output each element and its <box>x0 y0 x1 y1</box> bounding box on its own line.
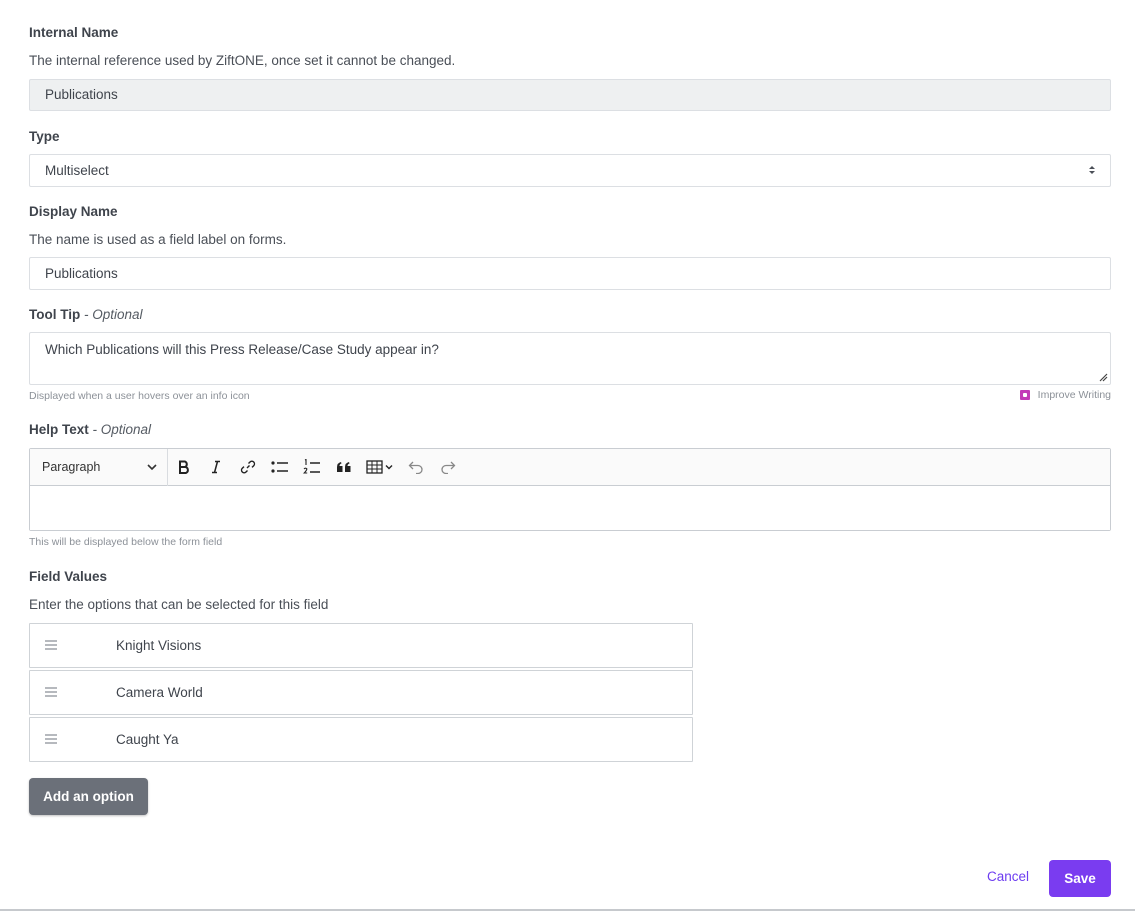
improve-writing-label: Improve Writing <box>1037 389 1111 401</box>
link-button[interactable] <box>232 449 264 486</box>
numbered-list-button[interactable] <box>296 449 328 486</box>
paragraph-select-value: Paragraph <box>42 460 101 474</box>
paragraph-select[interactable]: Paragraph <box>30 448 168 486</box>
help-text-label: Help Text - Optional <box>29 422 151 437</box>
improve-writing-icon <box>1019 390 1030 400</box>
tool-tip-textarea[interactable]: Which Publications will this Press Relea… <box>29 332 1111 385</box>
redo-icon <box>441 461 456 474</box>
drag-handle-icon[interactable] <box>45 687 57 697</box>
field-values-description: Enter the options that can be selected f… <box>29 597 329 612</box>
drag-handle-icon[interactable] <box>45 734 57 744</box>
bulleted-list-icon <box>271 461 288 473</box>
bold-button[interactable] <box>168 449 200 486</box>
save-button[interactable]: Save <box>1049 860 1111 897</box>
undo-button[interactable] <box>400 449 432 486</box>
display-name-label: Display Name <box>29 204 118 219</box>
list-item[interactable]: Caught Ya <box>29 717 693 762</box>
tool-tip-label-text: Tool Tip <box>29 307 81 322</box>
display-name-description: The name is used as a field label on for… <box>29 232 287 247</box>
help-text-label-text: Help Text <box>29 422 89 437</box>
chevron-down-icon <box>147 463 157 470</box>
internal-name-description: The internal reference used by ZiftONE, … <box>29 53 456 68</box>
internal-name-field: Publications <box>29 79 1111 111</box>
drag-handle-icon[interactable] <box>45 640 57 650</box>
improve-writing-button[interactable]: Improve Writing <box>1019 389 1111 401</box>
option-value: Knight Visions <box>116 638 202 653</box>
blockquote-icon <box>337 462 351 472</box>
insert-table-button[interactable] <box>360 449 400 486</box>
tool-tip-optional: - Optional <box>84 307 143 322</box>
type-select-value: Multiselect <box>45 163 109 178</box>
link-icon <box>240 460 256 474</box>
italic-button[interactable] <box>200 449 232 486</box>
help-text-editor-body[interactable] <box>30 486 1110 530</box>
add-option-button[interactable]: Add an option <box>29 778 148 815</box>
table-icon <box>366 460 393 474</box>
resize-handle-icon[interactable] <box>1099 373 1108 382</box>
editor-toolbar: Paragraph <box>30 448 1110 486</box>
type-select[interactable]: Multiselect <box>29 154 1111 187</box>
redo-button[interactable] <box>432 449 464 486</box>
list-item[interactable]: Knight Visions <box>29 623 693 668</box>
help-text-optional: - Optional <box>92 422 152 437</box>
tool-tip-hint: Displayed when a user hovers over an inf… <box>29 390 250 402</box>
italic-icon <box>212 460 220 474</box>
tool-tip-value: Which Publications will this Press Relea… <box>45 342 439 357</box>
numbered-list-icon <box>303 459 320 474</box>
cancel-button[interactable]: Cancel <box>987 869 1029 884</box>
bold-icon <box>179 460 189 474</box>
display-name-input[interactable]: Publications <box>29 257 1111 290</box>
display-name-value: Publications <box>45 266 118 281</box>
option-value: Camera World <box>116 685 203 700</box>
internal-name-label: Internal Name <box>29 25 119 40</box>
option-value: Caught Ya <box>116 732 179 747</box>
field-values-label: Field Values <box>29 569 108 584</box>
tool-tip-label: Tool Tip - Optional <box>29 307 143 322</box>
bulleted-list-button[interactable] <box>264 449 296 486</box>
list-item[interactable]: Camera World <box>29 670 693 715</box>
blockquote-button[interactable] <box>328 449 360 486</box>
select-arrows-icon <box>1089 166 1095 174</box>
type-label: Type <box>29 129 60 144</box>
internal-name-value: Publications <box>45 87 118 102</box>
help-text-hint: This will be displayed below the form fi… <box>29 536 223 548</box>
undo-icon <box>408 461 423 474</box>
help-text-editor: Paragraph <box>29 448 1111 531</box>
field-values-list: Knight Visions Camera World Caught Ya <box>29 623 693 764</box>
